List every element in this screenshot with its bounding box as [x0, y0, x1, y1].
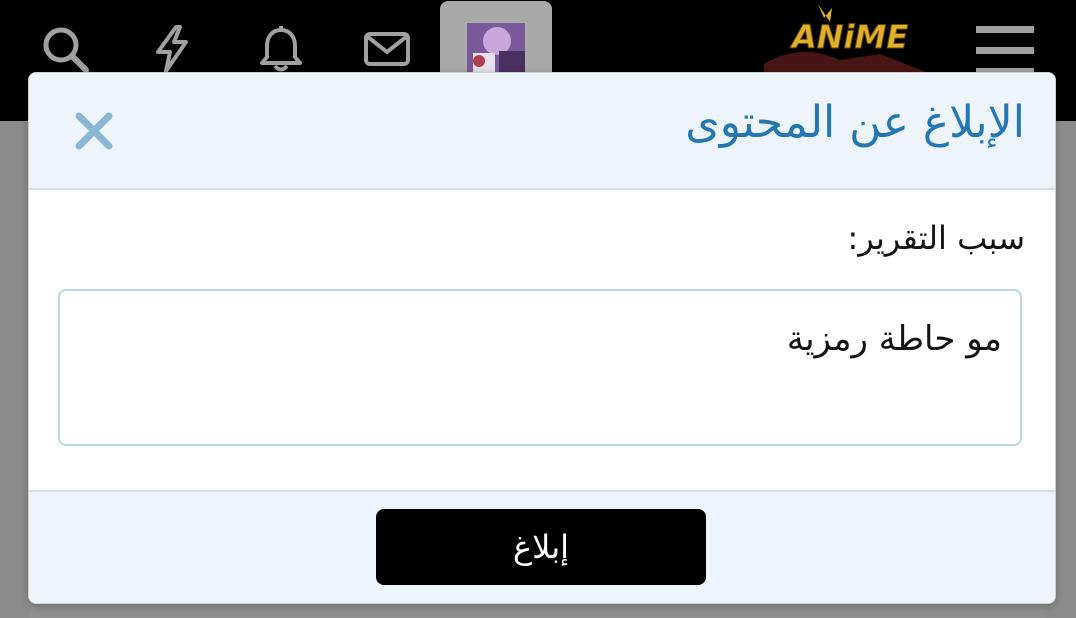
bell-icon[interactable]	[256, 24, 306, 74]
reason-textarea[interactable]: مو حاطة رمزية	[58, 289, 1022, 446]
report-submit-button[interactable]: إبلاغ	[376, 509, 706, 585]
envelope-icon[interactable]	[362, 24, 412, 74]
reason-text-value: مو حاطة رمزية	[786, 319, 1002, 359]
dialog-title: الإبلاغ عن المحتوى	[685, 97, 1025, 148]
site-logo[interactable]: ANiME	[760, 2, 930, 82]
logo-text: ANiME	[789, 18, 908, 56]
close-icon[interactable]	[69, 101, 119, 161]
avatar[interactable]	[467, 23, 525, 73]
dialog-footer: إبلاغ	[29, 490, 1055, 603]
search-icon[interactable]	[40, 24, 90, 74]
lightning-icon[interactable]	[148, 24, 198, 74]
dialog-header: الإبلاغ عن المحتوى	[29, 73, 1055, 190]
report-dialog: الإبلاغ عن المحتوى سبب التقرير: مو حاطة …	[28, 72, 1056, 604]
menu-icon[interactable]	[976, 26, 1036, 76]
reason-label: سبب التقرير:	[847, 219, 1025, 257]
